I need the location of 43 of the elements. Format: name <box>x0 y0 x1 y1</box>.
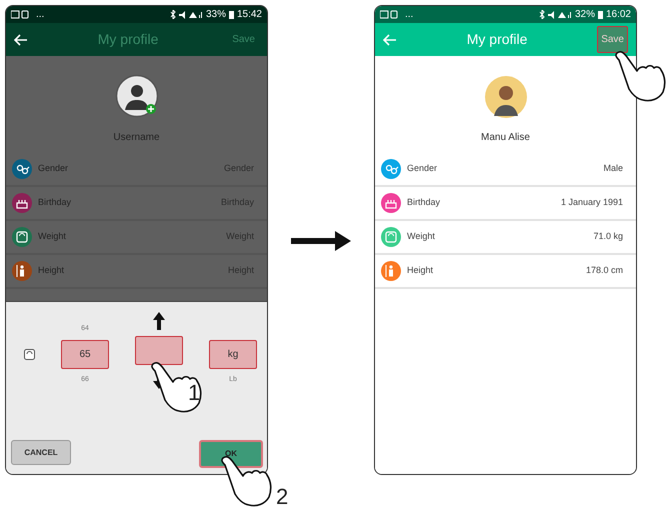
battery-icon <box>598 10 603 19</box>
picker-selection[interactable] <box>135 336 183 365</box>
step-number: 1 <box>188 382 200 404</box>
field-value: 71.0 kg <box>593 230 623 244</box>
field-label: Birthday <box>38 196 72 210</box>
cancel-button[interactable]: CANCEL <box>11 440 71 465</box>
avatar-silhouette <box>484 76 526 118</box>
back-arrow-icon <box>383 34 397 46</box>
status-time: 16:02 <box>606 8 631 22</box>
screen-title: My profile <box>96 30 160 49</box>
screen-title: My profile <box>466 30 528 49</box>
status-icons <box>168 10 203 19</box>
battery-icon <box>228 10 234 19</box>
field-label: Weight <box>407 230 435 244</box>
status-time: 15:42 <box>236 8 262 22</box>
picker-selection[interactable]: kg <box>209 340 257 369</box>
field-label: Gender <box>407 162 438 176</box>
field-label: Height <box>38 264 64 278</box>
notification-overflow: ... <box>405 8 414 22</box>
username: Username <box>113 131 160 145</box>
field-label: Weight <box>38 230 66 244</box>
step-number: 2 <box>276 486 288 508</box>
notification-overflow: ... <box>36 8 44 22</box>
ok-button[interactable]: OK <box>199 440 263 468</box>
field-value: 1 January 1991 <box>560 196 623 210</box>
right-arrow-icon <box>291 230 351 252</box>
field-label: Height <box>407 264 434 278</box>
profile-field[interactable]: Height 178.0 cm <box>375 255 636 289</box>
field-value: Male <box>603 162 623 176</box>
field-value: 178.0 cm <box>586 264 623 278</box>
profile-field[interactable]: Birthday 1 January 1991 <box>375 187 636 221</box>
battery-percent: 32% <box>574 8 595 22</box>
profile-field[interactable]: Weight 71.0 kg <box>375 221 636 255</box>
username: Manu Alise <box>481 131 530 145</box>
field-label: Birthday <box>407 196 440 210</box>
field-label: Gender <box>38 162 68 176</box>
avatar-placeholder <box>114 74 158 118</box>
status-icons <box>538 10 572 19</box>
profile-field[interactable]: Gender Male <box>375 153 636 187</box>
battery-percent: 33% <box>206 8 226 22</box>
scale-icon <box>24 349 35 360</box>
picker-selection[interactable]: 65 <box>61 340 109 369</box>
back-arrow-icon <box>14 34 28 46</box>
